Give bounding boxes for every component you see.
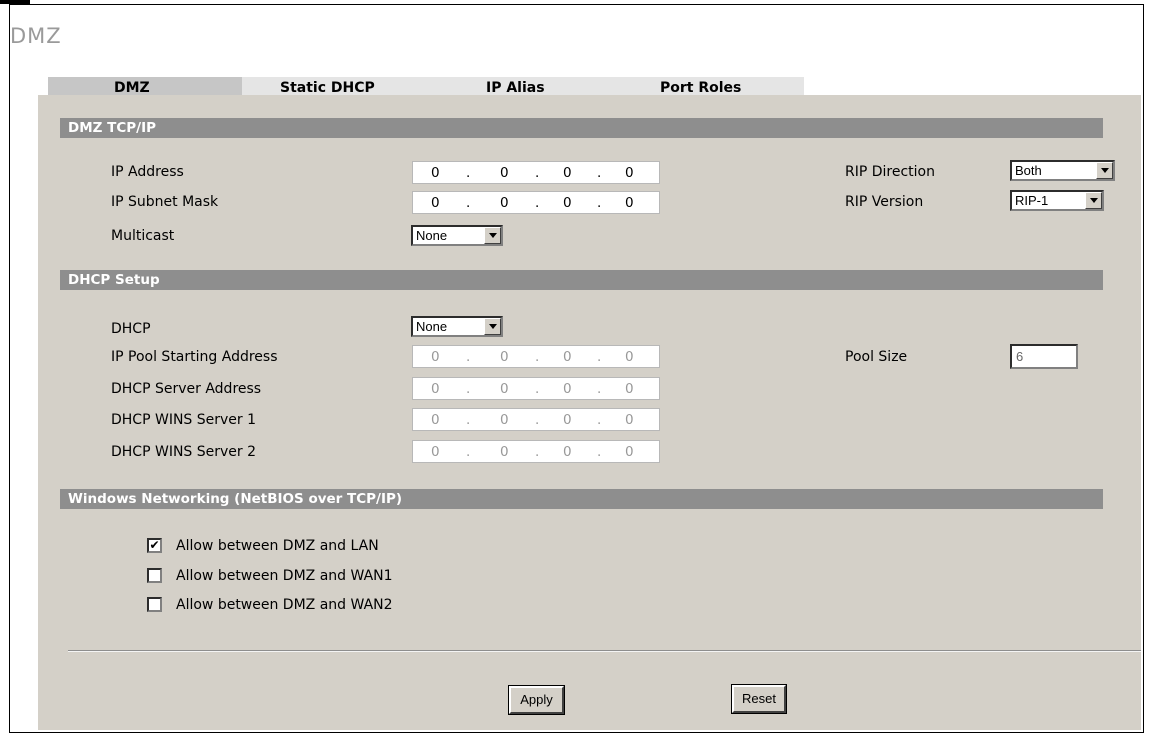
- ip-separator: .: [466, 381, 471, 397]
- ip-octet[interactable]: 0: [625, 165, 634, 181]
- ip-separator: .: [597, 412, 602, 428]
- rip-version-value: RIP-1: [1015, 193, 1049, 208]
- dhcp-select[interactable]: None: [411, 316, 503, 337]
- ip-octet[interactable]: 0: [500, 165, 509, 181]
- ip-separator: .: [535, 349, 540, 365]
- ip-octet[interactable]: 0: [563, 165, 572, 181]
- apply-button[interactable]: Apply: [508, 685, 565, 715]
- ip-address-field[interactable]: 0 . 0 . 0 . 0: [412, 161, 660, 184]
- ip-separator: .: [535, 412, 540, 428]
- ip-separator: .: [535, 165, 540, 181]
- dhcp-label: DHCP: [111, 321, 151, 337]
- ip-octet[interactable]: 0: [500, 444, 509, 460]
- wins2-field[interactable]: 0 . 0 . 0 . 0: [412, 440, 660, 463]
- ip-octet[interactable]: 0: [431, 412, 440, 428]
- reset-button[interactable]: Reset: [731, 684, 787, 714]
- multicast-value: None: [416, 228, 448, 243]
- ip-separator: .: [535, 381, 540, 397]
- ip-octet[interactable]: 0: [625, 381, 634, 397]
- ip-octet[interactable]: 0: [625, 412, 634, 428]
- pool-size-input[interactable]: 6: [1010, 344, 1078, 369]
- ip-octet[interactable]: 0: [431, 195, 440, 211]
- rip-direction-select[interactable]: Both: [1010, 160, 1115, 181]
- rip-direction-value: Both: [1015, 163, 1042, 178]
- pool-size-label: Pool Size: [845, 349, 908, 365]
- ip-separator: .: [466, 444, 471, 460]
- ip-separator: .: [535, 444, 540, 460]
- multicast-select[interactable]: None: [411, 225, 503, 246]
- ip-separator: .: [597, 381, 602, 397]
- section-header-netbios: Windows Networking (NetBIOS over TCP/IP): [60, 489, 1103, 509]
- ip-octet[interactable]: 0: [500, 381, 509, 397]
- ip-octet[interactable]: 0: [563, 195, 572, 211]
- ip-separator: .: [535, 195, 540, 211]
- rip-direction-label: RIP Direction: [845, 164, 935, 180]
- server-address-field[interactable]: 0 . 0 . 0 . 0: [412, 377, 660, 400]
- check-icon: ✔: [149, 538, 160, 552]
- ip-separator: .: [466, 195, 471, 211]
- ip-octet[interactable]: 0: [563, 381, 572, 397]
- ip-address-label: IP Address: [111, 164, 184, 180]
- ip-separator: .: [597, 165, 602, 181]
- ip-separator: .: [597, 349, 602, 365]
- tab-ip-alias-label: IP Alias: [486, 80, 545, 96]
- multicast-label: Multicast: [111, 228, 175, 244]
- ip-octet[interactable]: 0: [500, 349, 509, 365]
- ip-octet[interactable]: 0: [563, 349, 572, 365]
- divider-highlight: [68, 651, 1141, 652]
- ip-octet[interactable]: 0: [431, 349, 440, 365]
- ip-octet[interactable]: 0: [500, 412, 509, 428]
- tab-dmz-label: DMZ: [114, 80, 150, 96]
- page-title: DMZ: [10, 24, 62, 48]
- ip-separator: .: [466, 412, 471, 428]
- ip-separator: .: [597, 444, 602, 460]
- section-header-dhcp-setup: DHCP Setup: [60, 270, 1103, 290]
- chevron-down-icon[interactable]: [1085, 192, 1102, 209]
- checkbox-dmz-lan[interactable]: ✔: [147, 538, 162, 553]
- pool-start-field[interactable]: 0 . 0 . 0 . 0: [412, 345, 660, 368]
- server-address-label: DHCP Server Address: [111, 381, 262, 397]
- ip-separator: .: [597, 195, 602, 211]
- ip-octet[interactable]: 0: [563, 412, 572, 428]
- checkbox-dmz-wan1-label: Allow between DMZ and WAN1: [176, 568, 393, 584]
- rip-version-label: RIP Version: [845, 194, 924, 210]
- checkbox-dmz-wan2-label: Allow between DMZ and WAN2: [176, 597, 393, 613]
- ip-octet[interactable]: 0: [431, 444, 440, 460]
- dhcp-value: None: [416, 319, 448, 334]
- ip-octet[interactable]: 0: [625, 349, 634, 365]
- chevron-down-icon[interactable]: [1096, 162, 1113, 179]
- wins1-label: DHCP WINS Server 1: [111, 412, 257, 428]
- tab-port-roles-label: Port Roles: [660, 80, 742, 96]
- ip-octet[interactable]: 0: [625, 195, 634, 211]
- ip-octet[interactable]: 0: [431, 165, 440, 181]
- ip-octet[interactable]: 0: [625, 444, 634, 460]
- ip-octet[interactable]: 0: [500, 195, 509, 211]
- rip-version-select[interactable]: RIP-1: [1010, 190, 1104, 211]
- ip-separator: .: [466, 349, 471, 365]
- ip-octet[interactable]: 0: [563, 444, 572, 460]
- tab-static-dhcp-label: Static DHCP: [280, 80, 375, 96]
- wins1-field[interactable]: 0 . 0 . 0 . 0: [412, 408, 660, 431]
- subnet-mask-label: IP Subnet Mask: [111, 194, 219, 210]
- checkbox-dmz-wan1[interactable]: [147, 568, 162, 583]
- ip-octet[interactable]: 0: [431, 381, 440, 397]
- section-header-dmz-tcpip: DMZ TCP/IP: [60, 118, 1103, 138]
- chevron-down-icon[interactable]: [484, 318, 501, 335]
- subnet-mask-field[interactable]: 0 . 0 . 0 . 0: [412, 191, 660, 214]
- pool-start-label: IP Pool Starting Address: [111, 349, 278, 365]
- wins2-label: DHCP WINS Server 2: [111, 444, 257, 460]
- checkbox-dmz-lan-label: Allow between DMZ and LAN: [176, 538, 379, 554]
- ip-separator: .: [466, 165, 471, 181]
- checkbox-dmz-wan2[interactable]: [147, 597, 162, 612]
- chevron-down-icon[interactable]: [484, 227, 501, 244]
- pool-size-value: 6: [1016, 349, 1024, 364]
